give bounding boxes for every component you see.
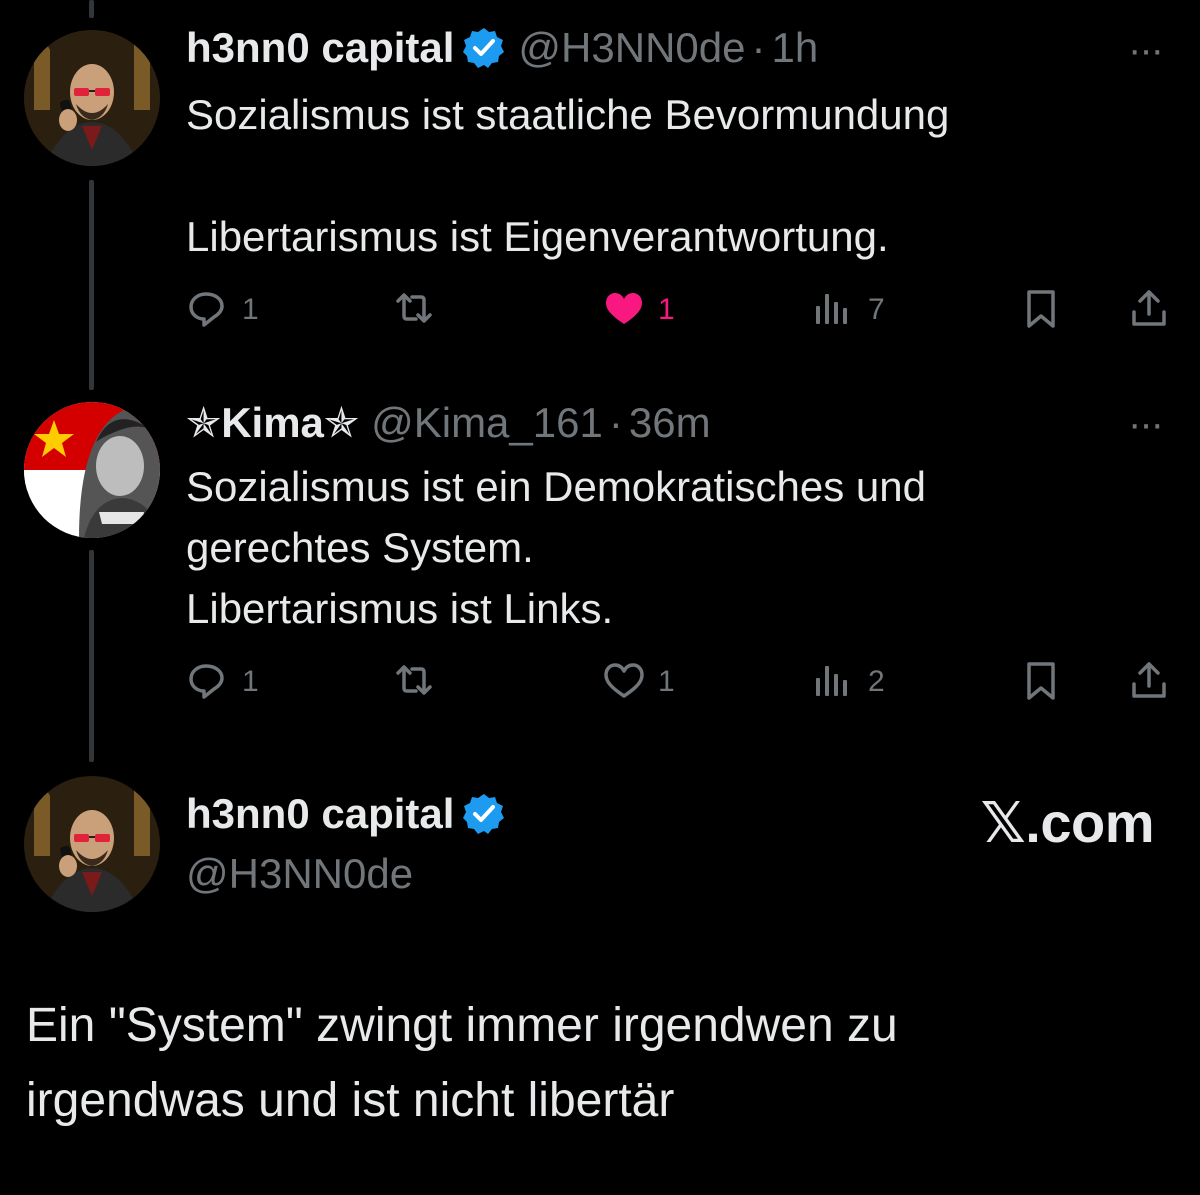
reply-icon <box>189 292 224 327</box>
like-icon <box>606 293 642 324</box>
main-tweet-text: Ein "System" zwingt immer irgendwen zu i… <box>26 999 898 1127</box>
tweet1-separator: · <box>751 24 766 71</box>
tweet2-separator: · <box>608 398 623 446</box>
tweet2-like-count: 1 <box>658 665 675 698</box>
verified-badge-icon <box>462 792 507 836</box>
tweet2-display-name[interactable]: ✯Kima✯ <box>186 398 359 447</box>
like-icon <box>604 663 644 698</box>
tweet1-text: Sozialismus ist staatliche Bevormundung … <box>186 91 950 260</box>
tweet1-retweet-button[interactable] <box>392 288 436 332</box>
main-tweet-display-name[interactable]: h3nn0 capital <box>186 790 454 838</box>
share-icon <box>1132 662 1166 698</box>
main-tweet-header: h3nn0 capital <box>186 790 507 838</box>
tweet2-reply-count: 1 <box>242 665 259 698</box>
tweet1-bookmark-button[interactable] <box>1020 288 1064 332</box>
avatar-h3nn0[interactable] <box>24 30 160 166</box>
share-icon <box>1132 290 1166 326</box>
tweet1-reply-button[interactable]: 1 <box>186 288 259 332</box>
tweet1-handle[interactable]: @H3NN0de <box>518 24 745 72</box>
tweet2-retweet-button[interactable] <box>392 660 436 704</box>
tweet1-header: h3nn0 capital @H3NN0de · 1h <box>186 24 818 72</box>
retweet-icon <box>396 665 432 695</box>
views-icon <box>816 666 847 696</box>
tweet2-bookmark-button[interactable] <box>1020 660 1064 704</box>
tweet1-like-button[interactable]: 1 <box>602 288 675 332</box>
thread-line-2 <box>89 550 94 762</box>
x-com-watermark: 𝕏.com <box>980 791 1155 854</box>
tweet2-share-button[interactable] <box>1128 660 1172 704</box>
tweet2-views-count: 2 <box>868 665 885 698</box>
main-tweet-handle-row: @H3NN0de <box>186 850 413 898</box>
tweet2-time[interactable]: 36m <box>629 399 711 447</box>
tweet1-like-count: 1 <box>658 293 675 326</box>
tweet1-time[interactable]: 1h <box>771 24 818 72</box>
thread-line-1 <box>89 180 94 390</box>
more-icon[interactable]: ··· <box>1128 404 1164 444</box>
views-icon <box>816 294 847 324</box>
tweet1-views-count: 7 <box>868 293 885 326</box>
tweet2-handle[interactable]: @Kima_161 <box>371 399 603 447</box>
tweet1-reply-count: 1 <box>242 293 259 326</box>
tweet1-display-name[interactable]: h3nn0 capital <box>186 24 454 72</box>
avatar-kima[interactable] <box>24 402 160 538</box>
main-tweet-handle[interactable]: @H3NN0de <box>186 850 413 898</box>
tweet2-text: Sozialismus ist ein Demokratisches und g… <box>186 463 926 632</box>
avatar-h3nn0-main[interactable] <box>24 776 160 912</box>
tweet2-reply-button[interactable]: 1 <box>186 660 259 704</box>
tweet2-views-button[interactable]: 2 <box>812 660 885 704</box>
more-icon[interactable]: ··· <box>1128 30 1164 70</box>
thread-line-top <box>89 0 94 18</box>
retweet-icon <box>396 293 432 323</box>
reply-icon <box>189 664 224 699</box>
tweet1-views-button[interactable]: 7 <box>812 288 885 332</box>
tweet1-share-button[interactable] <box>1128 288 1172 332</box>
verified-badge-icon <box>462 26 507 70</box>
bookmark-icon <box>1027 662 1055 700</box>
bookmark-icon <box>1027 290 1055 328</box>
tweet2-header: ✯Kima✯ @Kima_161 · 36m <box>186 398 711 447</box>
tweet2-like-button[interactable]: 1 <box>602 660 675 704</box>
